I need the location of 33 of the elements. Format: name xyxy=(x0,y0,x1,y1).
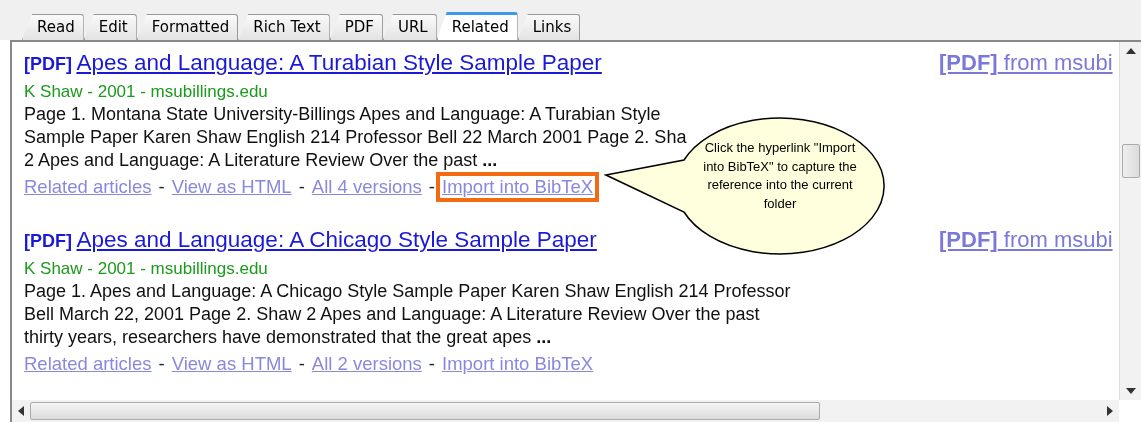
tab[interactable]: Links xyxy=(517,14,581,40)
separator: - xyxy=(428,352,435,374)
scrollbar-thumb[interactable] xyxy=(30,402,820,420)
separator: - xyxy=(428,175,435,197)
tab[interactable]: Read xyxy=(22,14,84,40)
result-title-link[interactable]: Apes and Language: A Turabian Style Sample Paper xyxy=(76,50,602,75)
separator: - xyxy=(158,352,165,374)
scroll-right-icon[interactable] xyxy=(1107,406,1113,416)
tab[interactable]: PDF xyxy=(329,14,383,40)
tab[interactable]: Rich Text xyxy=(238,14,330,40)
tab[interactable]: Edit xyxy=(83,14,137,40)
pdf-label: [PDF] xyxy=(24,54,72,74)
separator: - xyxy=(298,175,305,197)
horizontal-scrollbar[interactable] xyxy=(12,400,1119,422)
separator: - xyxy=(298,352,305,374)
result-snippet: Page 1. Apes and Language: A Chicago Style Sample Paper Karen Shaw English 214 Professor Bell March 22, 2001 Page 2. Shaw 2 Apes and Language: A Literature Review Over the past thirty years, researchers have demonstrated that the great apes ... xyxy=(24,279,791,349)
scroll-down-icon[interactable] xyxy=(1125,388,1136,394)
tab[interactable]: Formatted xyxy=(136,14,239,40)
scroll-up-icon[interactable] xyxy=(1125,48,1136,54)
separator: - xyxy=(158,175,165,197)
result-authors: K Shaw - 2001 - msubillings.edu xyxy=(24,80,268,103)
tab[interactable]: Related xyxy=(436,12,518,40)
result-title-link[interactable]: Apes and Language: A Chicago Style Sample Paper xyxy=(76,226,597,252)
scrollbar-thumb[interactable] xyxy=(1121,144,1140,178)
source-link[interactable]: [PDF] from msubi xyxy=(939,222,1113,256)
callout-text: Click the hyperlink "Import into BibTeX" to capture the reference into the current folder xyxy=(702,139,858,213)
vertical-scrollbar[interactable] xyxy=(1119,42,1141,400)
tab[interactable]: URL xyxy=(382,14,437,40)
pdf-label: [PDF] xyxy=(24,230,72,251)
result-authors: K Shaw - 2001 - msubillings.edu xyxy=(24,257,268,280)
scroll-left-icon[interactable] xyxy=(18,406,24,416)
result-snippet: Page 1. Montana State University-Billings Apes and Language: A Turabian Style Sample Paper Karen Shaw English 214 Professor Bell 22 March 2001 Page 2. Sha 2 Apes and Language: A Literature Review Over the past ... xyxy=(24,102,687,172)
source-link[interactable]: [PDF] from msubi xyxy=(939,46,1113,79)
